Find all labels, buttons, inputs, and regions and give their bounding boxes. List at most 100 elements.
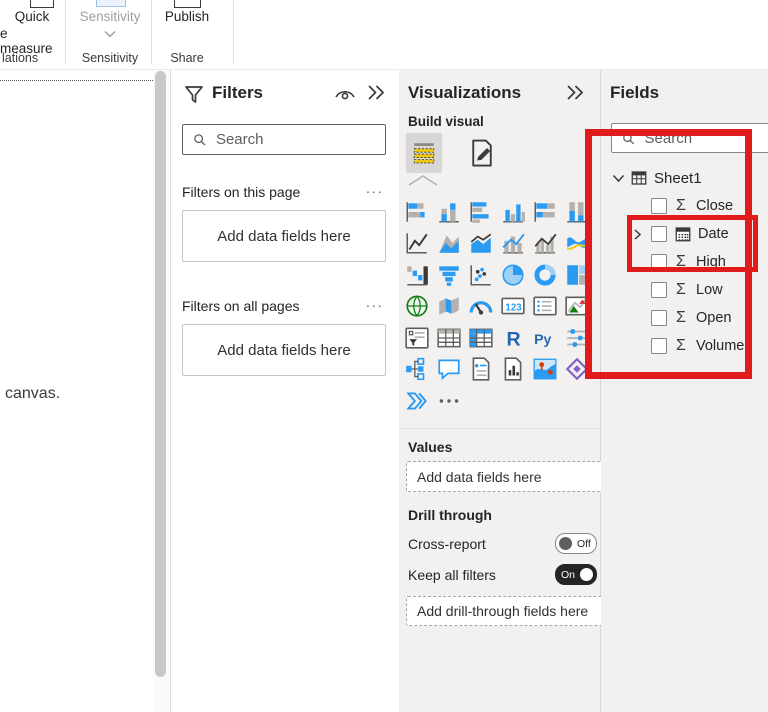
format-visual-tab[interactable]: [464, 133, 500, 173]
visual-qa-visual-icon[interactable]: [435, 356, 462, 383]
visual-pie-chart-icon[interactable]: [499, 261, 526, 288]
cross-report-toggle[interactable]: Off: [555, 533, 597, 554]
table-name-label: Sheet1: [654, 169, 702, 187]
ribbon: Quick e measure Sensitivity Publish lati…: [0, 0, 768, 69]
visual-smart-narrative-icon[interactable]: [467, 356, 494, 383]
filters-on-all-more-button[interactable]: ...: [366, 294, 384, 310]
keep-all-filters-toggle[interactable]: On: [555, 564, 597, 585]
ribbon-group-sensitivity: Sensitivity: [81, 51, 139, 65]
filters-all-dropzone[interactable]: Add data fields here: [182, 324, 386, 376]
quick-measure-icon: [30, 0, 54, 8]
sigma-icon: Σ: [676, 337, 686, 354]
visual-python-visual-icon[interactable]: Py: [531, 324, 558, 351]
svg-text:123: 123: [505, 303, 522, 314]
selected-tab-caret-icon: [408, 175, 438, 186]
field-row-low[interactable]: Σ Low: [601, 276, 768, 304]
expand-chevron-icon[interactable]: [633, 228, 643, 241]
field-row-volume[interactable]: Σ Volume: [601, 332, 768, 360]
build-visual-tab[interactable]: [406, 133, 442, 173]
visual-kpi-icon[interactable]: [563, 293, 590, 320]
filters-pane: Filters Filters on this page ... Add dat…: [170, 70, 400, 712]
field-label: Volume: [696, 338, 745, 354]
build-visual-heading: Build visual: [408, 114, 484, 129]
visual-waterfall-chart-icon[interactable]: [403, 261, 430, 288]
visual-slicer-icon[interactable]: [403, 324, 430, 351]
toggle-knob: [580, 568, 593, 581]
ribbon-separator: [233, 0, 234, 64]
field-checkbox[interactable]: [651, 226, 667, 242]
publish-button[interactable]: Publish: [158, 9, 216, 24]
canvas-placeholder-text: canvas.: [5, 385, 61, 402]
ribbon-separator: [65, 0, 66, 64]
visual-stacked-area-chart-icon[interactable]: [467, 230, 494, 257]
visual-gauge-icon[interactable]: [467, 293, 494, 320]
visual-line-chart-icon[interactable]: [403, 230, 430, 257]
powerbi-window: Quick e measure Sensitivity Publish lati…: [0, 0, 768, 712]
filters-pane-title: Filters: [212, 83, 264, 102]
field-label: Low: [696, 282, 723, 298]
visual-donut-chart-icon[interactable]: [531, 261, 558, 288]
visual-line-clustered-column-chart-icon[interactable]: [531, 230, 558, 257]
collapse-pane-icon[interactable]: [566, 84, 584, 101]
visual-power-apps-icon[interactable]: [563, 356, 590, 383]
field-checkbox[interactable]: [651, 282, 667, 298]
visual-ribbon-chart-icon[interactable]: [563, 230, 590, 257]
field-checkbox[interactable]: [651, 198, 667, 214]
visual-paginated-report-icon[interactable]: [499, 356, 526, 383]
field-row-date[interactable]: Date: [601, 220, 768, 248]
sensitivity-button[interactable]: Sensitivity: [78, 9, 142, 24]
visual-gallery: 123 R Py: [403, 196, 600, 417]
calendar-icon: [674, 225, 692, 243]
field-checkbox[interactable]: [651, 254, 667, 270]
visual-stacked-column-chart-icon[interactable]: [435, 198, 462, 225]
canvas-page-border: [0, 80, 153, 81]
visual-clustered-bar-chart-icon[interactable]: [467, 198, 494, 225]
visual-funnel-chart-icon[interactable]: [435, 261, 462, 288]
field-row-close[interactable]: Σ Close: [601, 192, 768, 220]
svg-text:Py: Py: [534, 331, 551, 347]
values-section-divider: [399, 428, 600, 429]
visual-stacked-bar-chart-icon[interactable]: [403, 198, 430, 225]
field-row-high[interactable]: Σ High: [601, 248, 768, 276]
canvas-scrollbar-thumb[interactable]: [155, 71, 166, 677]
filters-on-page-label: Filters on this page: [182, 184, 301, 200]
field-checkbox[interactable]: [651, 310, 667, 326]
report-canvas[interactable]: canvas.: [0, 70, 153, 712]
visual-power-automate-icon[interactable]: [403, 387, 430, 414]
ribbon-separator: [151, 0, 152, 64]
values-dropzone[interactable]: Add data fields here: [406, 461, 604, 492]
chevron-down-icon[interactable]: [612, 174, 625, 183]
visual-scatter-chart-icon[interactable]: [467, 261, 494, 288]
visual-treemap-icon[interactable]: [563, 261, 590, 288]
filters-search-input[interactable]: [213, 130, 375, 149]
field-row-open[interactable]: Σ Open: [601, 304, 768, 332]
fields-search-box[interactable]: [611, 123, 768, 153]
visual-line-stacked-column-chart-icon[interactable]: [499, 230, 526, 257]
visual-filled-map-icon[interactable]: [435, 293, 462, 320]
table-row-sheet1[interactable]: Sheet1: [601, 164, 768, 192]
filters-page-dropzone[interactable]: Add data fields here: [182, 210, 386, 262]
visual-multi-row-card-icon[interactable]: [531, 293, 558, 320]
collapse-pane-icon[interactable]: [367, 84, 385, 101]
quick-measure-button[interactable]: Quick e measure: [0, 8, 60, 56]
field-checkbox[interactable]: [651, 338, 667, 354]
visual-map-icon[interactable]: [403, 293, 430, 320]
visual-table-icon[interactable]: [435, 324, 462, 351]
visual-clustered-column-chart-icon[interactable]: [499, 198, 526, 225]
visual-pct-stacked-bar-chart-icon[interactable]: [531, 198, 558, 225]
fields-search-input[interactable]: [642, 128, 768, 148]
filters-on-page-more-button[interactable]: ...: [366, 180, 384, 196]
eye-icon[interactable]: [334, 87, 356, 102]
visual-key-influencers-icon[interactable]: [563, 324, 590, 351]
search-icon: [623, 132, 635, 144]
drill-through-dropzone[interactable]: Add drill-through fields here: [406, 596, 604, 626]
visual-area-chart-icon[interactable]: [435, 230, 462, 257]
filters-search-box[interactable]: [182, 124, 386, 155]
visual-arcgis-map-icon[interactable]: [531, 356, 558, 383]
visual-pct-stacked-column-chart-icon[interactable]: [563, 198, 590, 225]
visual-card-icon[interactable]: 123: [499, 293, 526, 320]
visual-decomposition-tree-icon[interactable]: [403, 356, 430, 383]
more-visuals-icon[interactable]: [435, 387, 462, 414]
visual-r-script-visual-icon[interactable]: R: [499, 324, 526, 351]
visual-matrix-icon[interactable]: [467, 324, 494, 351]
